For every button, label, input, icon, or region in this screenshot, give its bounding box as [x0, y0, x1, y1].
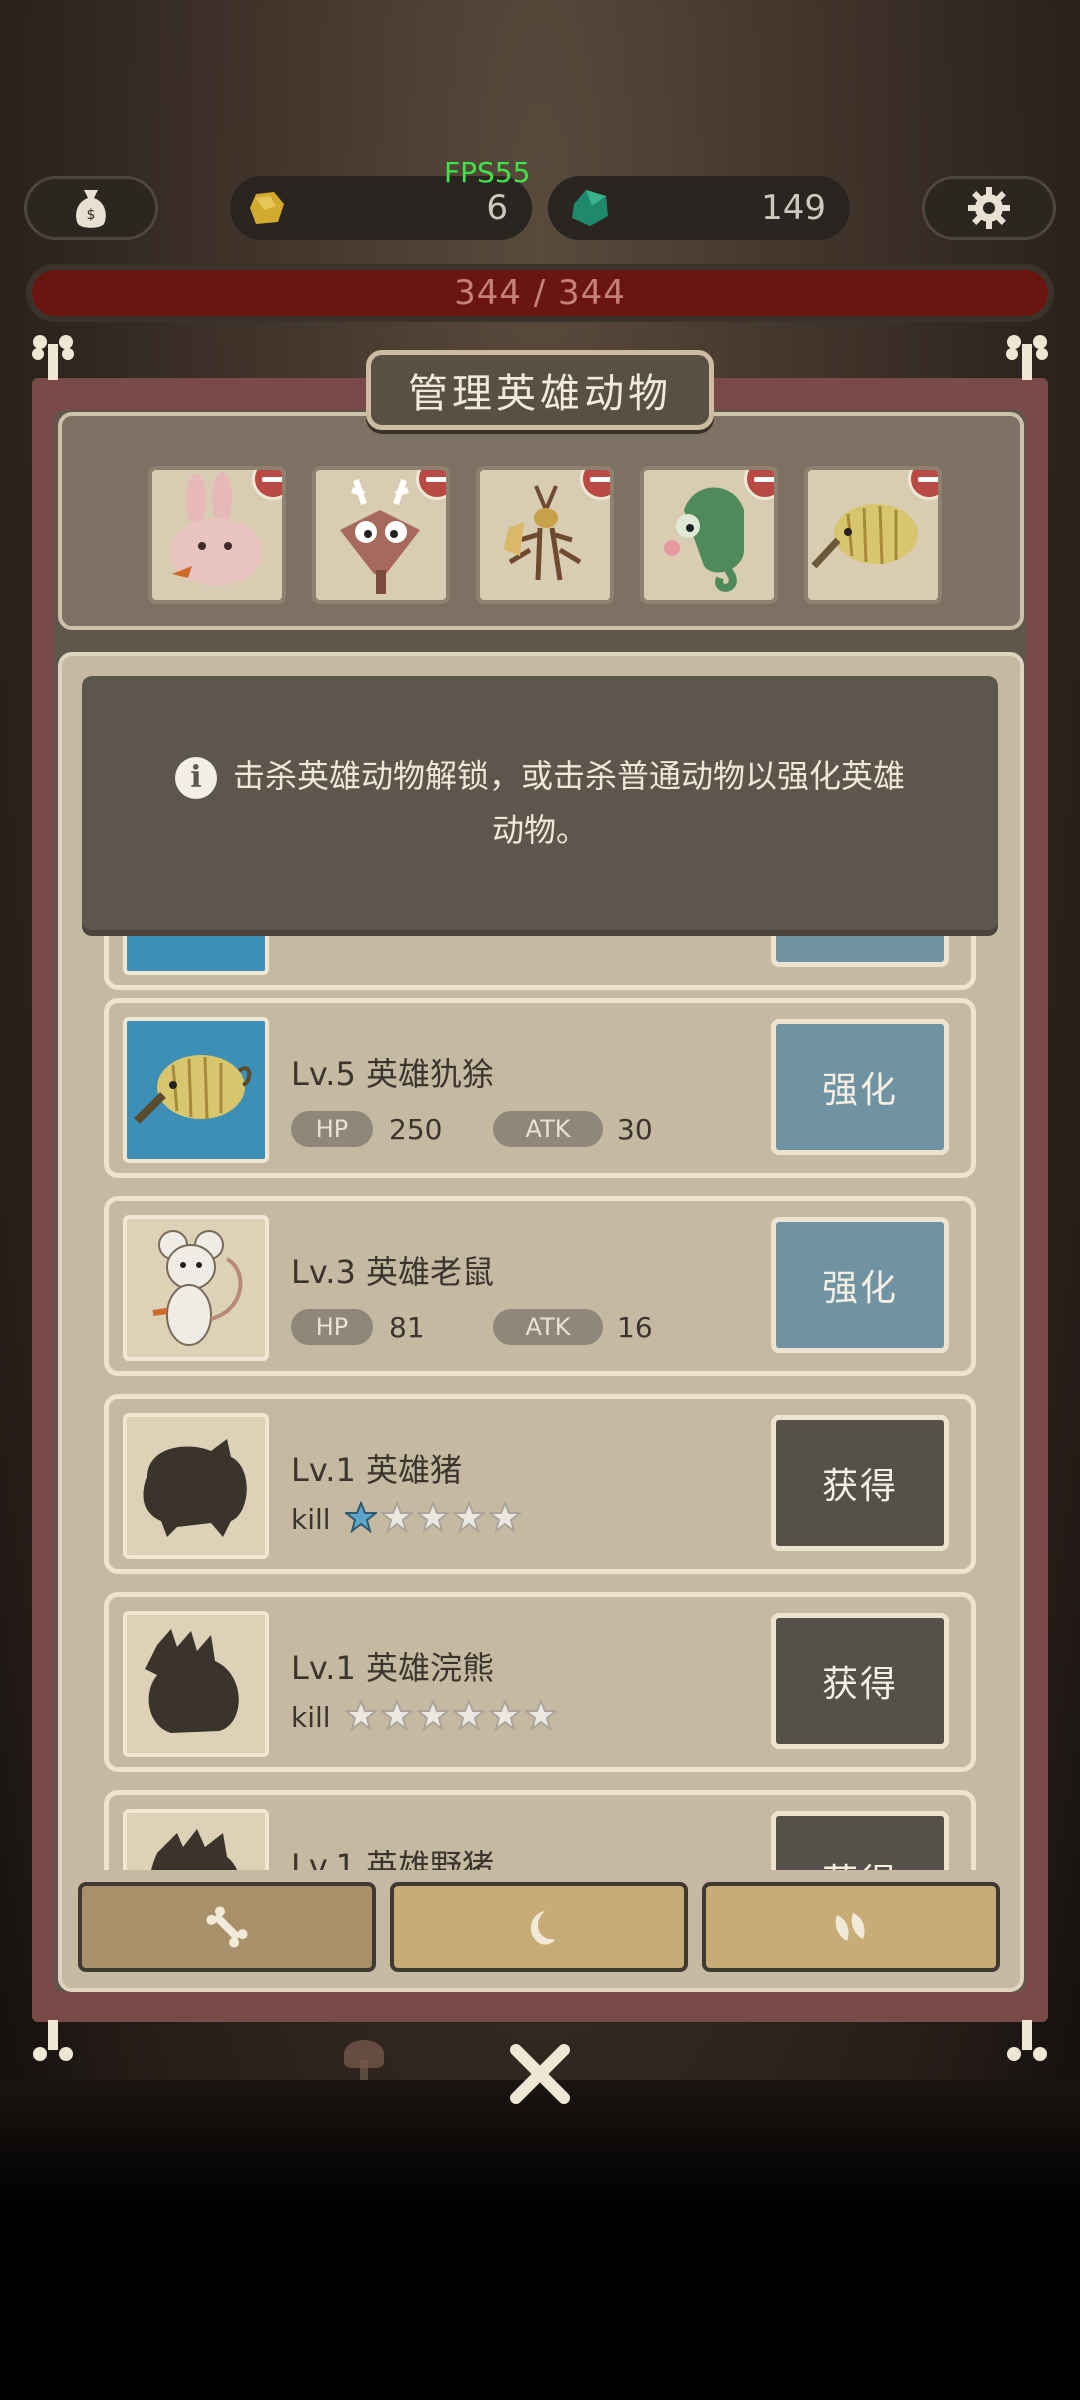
kill-label: kill	[291, 1701, 331, 1734]
hero-name: Lv.1 英雄浣熊	[291, 1649, 494, 1687]
list-item	[104, 930, 976, 990]
hero-name: Lv.1 英雄猪	[291, 1451, 462, 1489]
hp-value: 81	[389, 1311, 425, 1344]
raccoon-silhouette-icon	[145, 1629, 239, 1733]
atk-value: 16	[617, 1311, 653, 1344]
star-empty-icon	[453, 1501, 485, 1533]
hp-label: HP	[291, 1309, 373, 1345]
upgrade-button[interactable]: 强化	[771, 1217, 949, 1353]
star-filled-icon	[345, 1501, 377, 1533]
hero-name: Lv.3 英雄老鼠	[291, 1253, 494, 1291]
star-empty-icon	[345, 1699, 377, 1731]
info-icon: i	[174, 757, 217, 799]
bone-corner-decoration	[32, 335, 74, 380]
atk-label: ATK	[493, 1111, 603, 1147]
star-empty-icon	[453, 1699, 485, 1731]
star-empty-icon	[417, 1699, 449, 1731]
hero-name: Lv.5 英雄犰狳	[291, 1055, 494, 1093]
hero-portrait	[123, 930, 269, 975]
star-empty-icon	[417, 1501, 449, 1533]
obtain-button[interactable]: 获得	[771, 1811, 949, 1870]
star-empty-icon	[489, 1501, 521, 1533]
settings-button[interactable]	[922, 176, 1056, 240]
info-message: i 击杀英雄动物解锁，或击杀普通动物以强化英雄动物。	[160, 749, 920, 857]
hero-name: Lv.1 英雄野猪	[291, 1847, 494, 1870]
pig-silhouette-icon	[143, 1439, 247, 1537]
active-team	[58, 412, 1024, 630]
star-empty-icon	[525, 1699, 557, 1731]
rat-icon	[152, 1230, 243, 1346]
armadillo-icon	[134, 1055, 252, 1124]
team-slot-chameleon[interactable]	[640, 466, 778, 604]
kill-progress-stars	[345, 1501, 521, 1533]
team-slot-fox[interactable]	[312, 466, 450, 604]
hero-portrait-rat	[123, 1215, 269, 1361]
hero-portrait-raccoon-locked	[123, 1611, 269, 1757]
hp-value: 250	[389, 1113, 443, 1146]
bone-icon	[206, 1906, 248, 1948]
panel-title: 管理英雄动物	[366, 350, 714, 430]
gem-counter: 149	[548, 176, 850, 240]
hero-portrait-pig-locked	[123, 1413, 269, 1559]
tab-wings[interactable]	[702, 1882, 1000, 1972]
money-bag-icon: $	[76, 190, 106, 228]
atk-label: ATK	[493, 1309, 603, 1345]
hero-portrait-boar-locked	[123, 1809, 269, 1870]
star-empty-icon	[381, 1501, 413, 1533]
kill-label: kill	[291, 1503, 331, 1536]
team-slot-mantis[interactable]	[476, 466, 614, 604]
atk-value: 30	[617, 1113, 653, 1146]
list-item: Lv.1 英雄浣熊 kill 获得	[104, 1592, 976, 1772]
kill-progress-stars	[345, 1699, 557, 1731]
star-empty-icon	[489, 1699, 521, 1731]
emerald-gem-icon	[572, 190, 608, 226]
gem-amount: 149	[761, 188, 826, 228]
star-empty-icon	[381, 1699, 413, 1731]
list-item: Lv.1 英雄猪 kill 获得	[104, 1394, 976, 1574]
tab-bone[interactable]	[78, 1882, 376, 1972]
team-slot-rabbit[interactable]	[148, 466, 286, 604]
list-item: Lv.5 英雄犰狳 HP 250 ATK 30 强化	[104, 998, 976, 1178]
bone-corner-decoration	[1007, 2020, 1047, 2061]
mushroom-decoration	[344, 2040, 384, 2068]
hero-portrait-armadillo	[123, 1017, 269, 1163]
gold-nugget-icon	[250, 192, 284, 224]
hp-label: HP	[291, 1111, 373, 1147]
obtain-button[interactable]: 获得	[771, 1415, 949, 1551]
tab-moon[interactable]	[390, 1882, 688, 1972]
bag-button[interactable]: $	[24, 176, 158, 240]
gear-icon	[968, 187, 1010, 229]
team-slot-anteater[interactable]	[804, 466, 942, 604]
close-icon[interactable]	[506, 2040, 574, 2108]
obtain-button[interactable]: 获得	[771, 1613, 949, 1749]
health-bar: 344 / 344	[26, 264, 1054, 322]
list-item: Lv.3 英雄老鼠 HP 81 ATK 16 强化	[104, 1196, 976, 1376]
upgrade-button[interactable]	[771, 930, 949, 967]
moon-icon	[531, 1911, 555, 1945]
upgrade-button[interactable]: 强化	[771, 1019, 949, 1155]
ground-shadow	[0, 2080, 1080, 2400]
svg-text:$: $	[87, 207, 96, 223]
health-text: 344 / 344	[454, 273, 626, 313]
wings-icon	[835, 1913, 865, 1941]
bone-corner-decoration	[1006, 335, 1048, 380]
bone-corner-decoration	[33, 2020, 73, 2061]
boar-silhouette-icon	[151, 1829, 237, 1870]
hero-list[interactable]: Lv.5 英雄犰狳 HP 250 ATK 30 强化 Lv.3 英雄老鼠 HP …	[96, 930, 984, 1870]
fps-readout: FPS55	[444, 156, 531, 189]
category-tabs	[78, 1882, 1002, 1974]
health-bar-fill: 344 / 344	[32, 270, 1048, 316]
info-banner: i 击杀英雄动物解锁，或击杀普通动物以强化英雄动物。	[82, 676, 998, 930]
info-text: 击杀英雄动物解锁，或击杀普通动物以强化英雄动物。	[232, 757, 905, 849]
gold-amount: 6	[486, 188, 508, 228]
list-item: Lv.1 英雄野猪 获得	[104, 1790, 976, 1870]
